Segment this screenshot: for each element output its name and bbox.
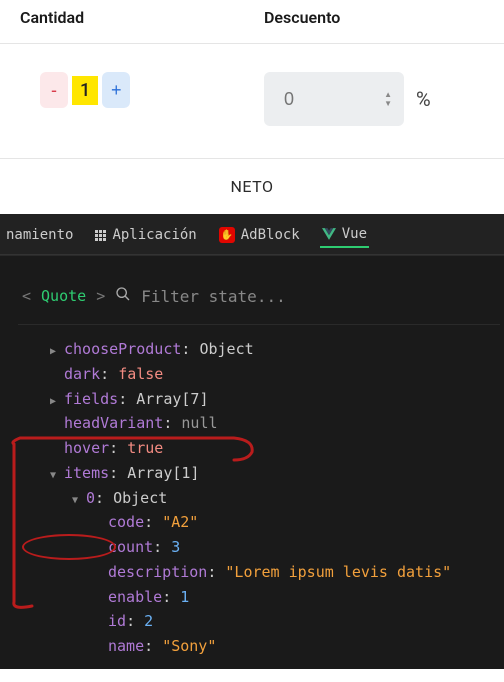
tree-row[interactable]: description: "Lorem ipsum levis datis" — [28, 560, 500, 585]
tree-row-items[interactable]: ▼items: Array[1] — [28, 461, 500, 486]
tree-row[interactable]: code: "A2" — [28, 510, 500, 535]
qty-minus-button[interactable]: - — [40, 72, 68, 108]
tab-vue[interactable]: Vue — [320, 222, 369, 248]
quantity-stepper: - 1 + — [40, 72, 130, 108]
percent-label: % — [416, 87, 451, 111]
discount-header: Descuento — [264, 8, 340, 27]
vue-icon — [322, 227, 336, 241]
devtools-tabs: namiento Aplicación ✋ AdBlock Vue — [0, 214, 504, 255]
component-name: Quote — [41, 287, 86, 305]
state-tree: ▶chooseProduct: Object dark: false ▶fiel… — [18, 337, 500, 659]
qty-plus-button[interactable]: + — [102, 72, 130, 108]
angle-close: > — [96, 287, 105, 305]
app-form-panel: Cantidad Descuento - 1 + ▲▼ % NETO — [0, 0, 504, 214]
tree-row[interactable]: headVariant: null — [28, 411, 500, 436]
tree-row[interactable]: hover: true — [28, 436, 500, 461]
tree-row[interactable]: dark: false — [28, 362, 500, 387]
tab-aplicacion[interactable]: Aplicación — [93, 223, 198, 247]
qty-value: 1 — [72, 76, 98, 105]
tree-row[interactable]: enable: 1 — [28, 585, 500, 610]
discount-widget: ▲▼ % — [264, 72, 451, 126]
discount-input[interactable] — [272, 89, 384, 110]
angle-open: < — [22, 287, 31, 305]
component-filter-row: < Quote > — [18, 278, 500, 325]
tab-adblock[interactable]: ✋ AdBlock — [217, 223, 302, 247]
column-headers: Cantidad Descuento — [0, 0, 504, 44]
devtools-panel: namiento Aplicación ✋ AdBlock Vue < Quote… — [0, 214, 504, 669]
search-icon — [115, 286, 131, 306]
spinner-icon[interactable]: ▲▼ — [384, 91, 392, 108]
tree-row[interactable]: id: 2 — [28, 609, 500, 634]
inputs-row: - 1 + ▲▼ % — [0, 44, 504, 159]
tree-row[interactable]: ▶chooseProduct: Object — [28, 337, 500, 362]
tree-row-count[interactable]: count: 3 — [28, 535, 500, 560]
tree-row[interactable]: name: "Sony" — [28, 634, 500, 659]
qty-header: Cantidad — [20, 8, 84, 27]
tree-row[interactable]: ▶fields: Array[7] — [28, 387, 500, 412]
adblock-icon: ✋ — [219, 227, 235, 243]
tree-row[interactable]: ▼0: Object — [28, 486, 500, 511]
tab-namiento[interactable]: namiento — [4, 223, 75, 247]
neto-label: NETO — [0, 159, 504, 214]
discount-input-wrap[interactable]: ▲▼ — [264, 72, 404, 126]
grid-icon — [95, 230, 106, 241]
filter-state-input[interactable] — [141, 287, 351, 306]
devtools-body: < Quote > ▶chooseProduct: Object dark: fal… — [0, 255, 504, 669]
